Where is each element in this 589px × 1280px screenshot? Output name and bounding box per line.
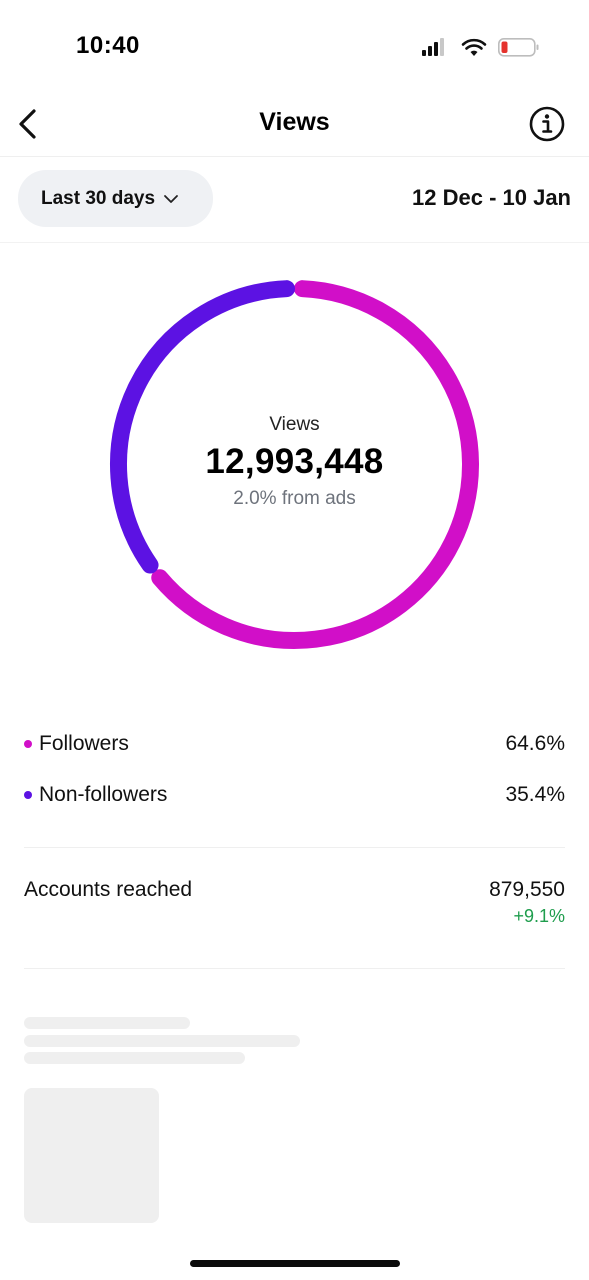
skeleton-line (24, 1035, 300, 1047)
breakdown-row-followers: Followers 64.6% (24, 718, 565, 769)
info-icon (529, 106, 565, 142)
breakdown-value: 35.4% (505, 782, 565, 806)
breakdown-label: Non-followers (39, 782, 168, 806)
info-button[interactable] (527, 104, 567, 144)
views-donut-chart: Views 12,993,448 2.0% from ads (109, 279, 480, 650)
wifi-icon (461, 38, 487, 56)
status-icons (420, 35, 540, 59)
status-time: 10:40 (76, 32, 140, 59)
donut-label: Views (269, 413, 320, 435)
donut-center: Views 12,993,448 2.0% from ads (109, 279, 480, 650)
filter-row: Last 30 days 12 Dec - 10 Jan (0, 157, 589, 243)
breakdown-value: 64.6% (505, 731, 565, 755)
divider (24, 847, 565, 848)
date-range-dropdown[interactable]: Last 30 days (18, 170, 213, 227)
battery-low-icon (498, 38, 539, 57)
signal-icon (422, 38, 444, 56)
skeleton-line (24, 1052, 245, 1064)
skeleton-line (24, 1017, 190, 1029)
breakdown-row-non-followers: Non-followers 35.4% (24, 769, 565, 820)
home-indicator[interactable] (190, 1260, 400, 1267)
date-range-text: 12 Dec - 10 Jan (412, 185, 571, 210)
page-title: Views (259, 108, 330, 136)
non-followers-dot-icon (24, 790, 32, 799)
status-bar: 10:40 (0, 0, 589, 96)
date-range-dropdown-label: Last 30 days (41, 187, 156, 209)
skeleton-thumbnail (24, 1088, 159, 1223)
breakdown-label: Followers (39, 731, 129, 755)
nav-bar: Views (0, 96, 589, 157)
views-total: 12,993,448 (205, 441, 384, 481)
accounts-reached-row: Accounts reached 879,550 +9.1% (24, 876, 565, 932)
accounts-reached-value: 879,550 (489, 878, 565, 901)
battery-level (501, 41, 508, 53)
audience-breakdown: Followers 64.6% Non-followers 35.4% (24, 718, 565, 820)
followers-dot-icon (24, 739, 32, 748)
accounts-reached-label: Accounts reached (24, 878, 193, 901)
ads-share-text: 2.0% from ads (233, 487, 356, 509)
divider (24, 968, 565, 969)
accounts-reached-change: +9.1% (513, 906, 565, 926)
chevron-down-icon (163, 193, 179, 205)
